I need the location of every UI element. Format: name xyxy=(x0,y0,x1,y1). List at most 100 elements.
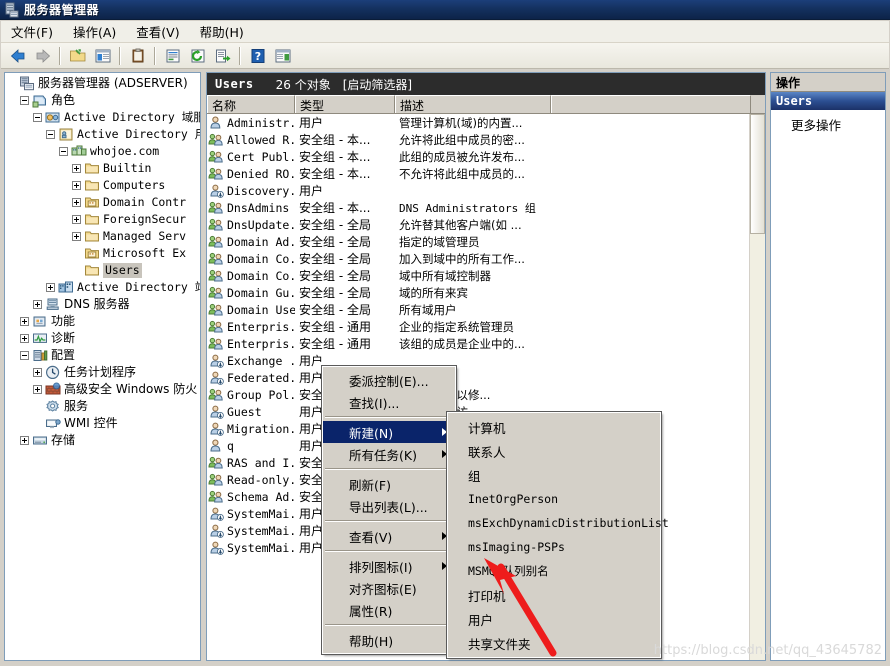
expand-icon[interactable] xyxy=(33,385,42,394)
column-header-3[interactable]: 描述 xyxy=(395,95,551,113)
ctx-properties[interactable]: 属性(R) xyxy=(323,599,455,621)
show-action-pane-icon[interactable] xyxy=(271,45,294,67)
tree-node[interactable]: 配置 xyxy=(7,347,200,364)
help-icon[interactable]: ? xyxy=(246,45,269,67)
ctx-delegate-control[interactable]: 委派控制(E)... xyxy=(323,369,455,391)
ctx-arrange-icons[interactable]: 排列图标(I) xyxy=(323,555,455,577)
show-hide-tree-icon[interactable] xyxy=(91,45,114,67)
ctx-export-list[interactable]: 导出列表(L)... xyxy=(323,495,455,517)
new-contact[interactable]: 联系人 xyxy=(448,439,660,463)
expand-icon[interactable] xyxy=(46,283,55,292)
export-list-icon[interactable] xyxy=(211,45,234,67)
ctx-help[interactable]: 帮助(H) xyxy=(323,629,455,651)
column-header-4[interactable] xyxy=(551,95,751,113)
expand-icon[interactable] xyxy=(33,368,42,377)
table-row[interactable]: Enterpris... 安全组 - 通用 该组的成员是企业中的... xyxy=(207,335,765,352)
ctx-find[interactable]: 查找(I)... xyxy=(323,391,455,413)
table-row[interactable]: Domain Co... 安全组 - 全局 加入到域中的所有工作... xyxy=(207,250,765,267)
table-row[interactable]: Domain Gu... 安全组 - 全局 域的所有来宾 xyxy=(207,284,765,301)
tree-node[interactable]: Active Directory 用 xyxy=(7,126,200,143)
expand-icon[interactable] xyxy=(72,215,81,224)
table-row[interactable]: Enterpris... 安全组 - 通用 企业的指定系统管理员 xyxy=(207,318,765,335)
forward-icon[interactable] xyxy=(31,45,54,67)
table-row[interactable]: DnsUpdate... 安全组 - 全局 允许替其他客户端(如 ... xyxy=(207,216,765,233)
tree-node[interactable]: WMI 控件 xyxy=(7,415,200,432)
tree-node[interactable]: whojoe.com xyxy=(7,143,200,160)
table-row[interactable]: Denied RO... 安全组 - 本... 不允许将此组中成员的... xyxy=(207,165,765,182)
more-actions[interactable]: 更多操作 xyxy=(771,110,885,134)
tree-node[interactable]: 高级安全 Windows 防火 xyxy=(7,381,200,398)
tree-node[interactable]: Computers xyxy=(7,177,200,194)
expand-icon[interactable] xyxy=(20,317,29,326)
tree-node[interactable]: 服务器管理器 (ADSERVER) xyxy=(7,75,200,92)
new-inetorgperson[interactable]: InetOrgPerson xyxy=(448,487,660,511)
table-row[interactable]: Domain Co... 安全组 - 全局 域中所有域控制器 xyxy=(207,267,765,284)
new-computer[interactable]: 计算机 xyxy=(448,415,660,439)
new-msexchdynamicdistributionlist[interactable]: msExchDynamicDistributionList xyxy=(448,511,669,535)
table-row[interactable]: Cert Publ... 安全组 - 本... 此组的成员被允许发布... xyxy=(207,148,765,165)
clipboard-icon[interactable] xyxy=(126,45,149,67)
menu-file[interactable]: 文件(F) xyxy=(1,20,63,43)
new-group[interactable]: 组 xyxy=(448,463,660,487)
ctx-view[interactable]: 查看(V) xyxy=(323,525,455,547)
expand-icon[interactable] xyxy=(33,300,42,309)
menu-help[interactable]: 帮助(H) xyxy=(190,20,254,43)
collapse-icon[interactable] xyxy=(33,113,42,122)
tree-node[interactable]: 功能 xyxy=(7,313,200,330)
ctx-new[interactable]: 新建(N) xyxy=(323,421,455,443)
back-icon[interactable] xyxy=(6,45,29,67)
expand-icon[interactable] xyxy=(72,164,81,173)
server-manager-icon xyxy=(19,76,35,91)
new-shared-folder[interactable]: 共享文件夹 xyxy=(448,631,660,655)
expand-icon[interactable] xyxy=(20,436,29,445)
tree-node[interactable]: DNS 服务器 xyxy=(7,296,200,313)
list-scrollbar[interactable] xyxy=(749,114,765,660)
tree-node[interactable]: Domain Contr xyxy=(7,194,200,211)
tree-node[interactable]: Builtin xyxy=(7,160,200,177)
tree-node[interactable]: Users xyxy=(7,262,200,279)
refresh-icon[interactable] xyxy=(186,45,209,67)
table-row[interactable]: Domain Users 安全组 - 全局 所有域用户 xyxy=(207,301,765,318)
collapse-icon[interactable] xyxy=(59,147,68,156)
tree-node[interactable]: Microsoft Ex xyxy=(7,245,200,262)
collapse-icon[interactable] xyxy=(20,96,29,105)
list-scrollbar-thumb[interactable] xyxy=(750,114,765,234)
tree-node[interactable]: 角色 xyxy=(7,92,200,109)
collapse-icon[interactable] xyxy=(20,351,29,360)
ctx-all-tasks[interactable]: 所有任务(K) xyxy=(323,443,455,465)
table-row[interactable]: Allowed R... 安全组 - 本... 允许将此组中成员的密... xyxy=(207,131,765,148)
expand-icon[interactable] xyxy=(20,334,29,343)
table-row[interactable]: Domain Ad... 安全组 - 全局 指定的域管理员 xyxy=(207,233,765,250)
tree-node[interactable]: 服务 xyxy=(7,398,200,415)
expand-icon[interactable] xyxy=(72,232,81,241)
table-row[interactable]: Exchange ...用户 xyxy=(207,352,765,369)
tree-node[interactable]: 诊断 xyxy=(7,330,200,347)
column-header-1[interactable]: 名称 xyxy=(207,95,295,113)
new-user[interactable]: 用户 xyxy=(448,607,660,631)
table-row[interactable]: Group Pol...安全组 - 全局中的成员可以修... xyxy=(207,386,765,403)
new-msimaging-psps[interactable]: msImaging-PSPs xyxy=(448,535,660,559)
expand-icon[interactable] xyxy=(72,198,81,207)
collapse-icon[interactable] xyxy=(46,130,55,139)
table-row[interactable]: Administr... 用户 管理计算机(域)的内置... xyxy=(207,114,765,131)
properties-icon[interactable] xyxy=(161,45,184,67)
menu-view[interactable]: 查看(V) xyxy=(126,20,189,43)
tree-node[interactable]: ForeignSecur xyxy=(7,211,200,228)
ctx-refresh[interactable]: 刷新(F) xyxy=(323,473,455,495)
menu-action[interactable]: 操作(A) xyxy=(63,20,126,43)
open-folder-icon[interactable] xyxy=(66,45,89,67)
column-header-2[interactable]: 类型 xyxy=(295,95,395,113)
table-row[interactable]: Federated...用户 xyxy=(207,369,765,386)
expand-icon[interactable] xyxy=(72,181,81,190)
ctx-align-icons[interactable]: 对齐图标(E) xyxy=(323,577,455,599)
table-row[interactable]: Discovery... 用户 xyxy=(207,182,765,199)
table-row[interactable]: DnsAdmins 安全组 - 本... DNS Administrators 组 xyxy=(207,199,765,216)
splitter-tree-list[interactable] xyxy=(201,72,205,661)
tree-node[interactable]: Active Directory 域服 xyxy=(7,109,200,126)
new-msmq-queue-alias[interactable]: MSMQ 队列别名 xyxy=(448,559,660,583)
tree-node[interactable]: 任务计划程序 xyxy=(7,364,200,381)
new-printer[interactable]: 打印机 xyxy=(448,583,660,607)
tree-node[interactable]: Managed Serv xyxy=(7,228,200,245)
tree-node[interactable]: 存储 xyxy=(7,432,200,449)
tree-node[interactable]: Active Directory 站 xyxy=(7,279,200,296)
